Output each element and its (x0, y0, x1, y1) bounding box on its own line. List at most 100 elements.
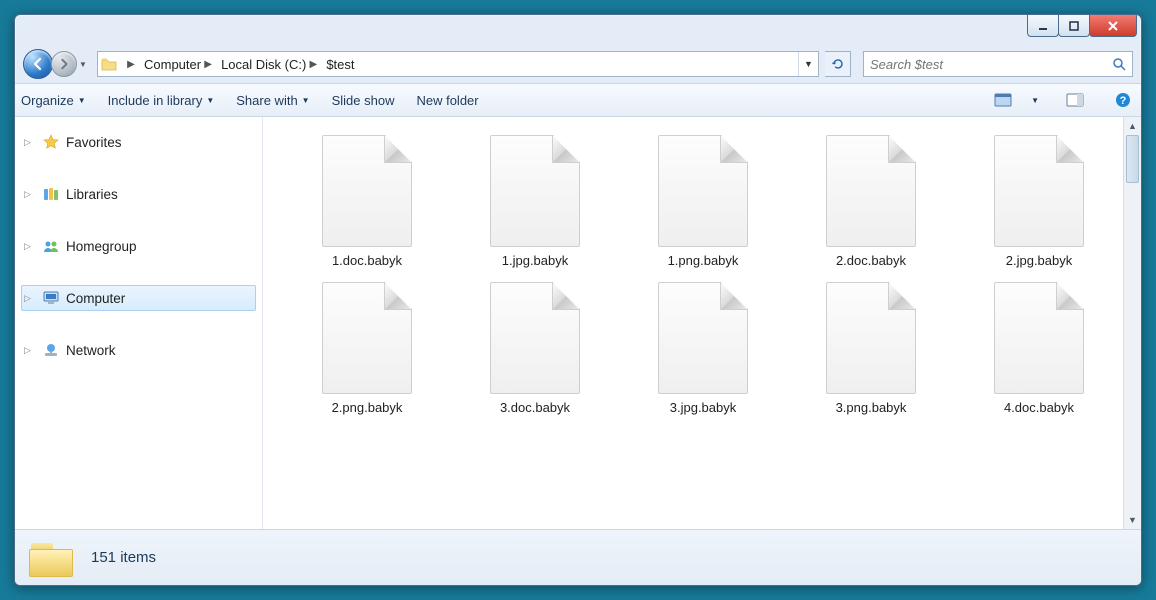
file-icon (994, 282, 1084, 394)
expand-icon[interactable]: ▷ (24, 241, 36, 252)
help-button[interactable]: ? (1111, 88, 1135, 112)
sidebar-item-homegroup[interactable]: ▷ Homegroup (21, 233, 256, 259)
change-view-button[interactable] (991, 88, 1015, 112)
expand-icon[interactable]: ▷ (24, 293, 36, 304)
breadcrumb-label: $test (326, 57, 354, 72)
organize-menu[interactable]: Organize ▼ (21, 93, 86, 108)
folder-icon (98, 57, 120, 71)
navigation-row: ▼ ▶ Computer ▶ Local Disk (C:) ▶ $test ▼ (15, 45, 1141, 83)
file-icon (826, 282, 916, 394)
chevron-down-icon: ▼ (206, 96, 214, 105)
chevron-right-icon: ▶ (306, 59, 320, 70)
chevron-right-icon: ▶ (201, 59, 215, 70)
breadcrumb-item-2[interactable]: $test (322, 52, 356, 76)
file-item[interactable]: 2.jpg.babyk (959, 135, 1119, 268)
file-name: 3.doc.babyk (500, 400, 570, 415)
breadcrumb-label: Local Disk (C:) (221, 57, 306, 72)
maximize-button[interactable] (1058, 15, 1090, 37)
address-bar[interactable]: ▶ Computer ▶ Local Disk (C:) ▶ $test ▼ (97, 51, 819, 77)
sidebar-item-label: Homegroup (66, 239, 137, 254)
vertical-scrollbar[interactable]: ▲ ▼ (1123, 117, 1141, 529)
nav-history-dropdown[interactable]: ▼ (77, 53, 89, 75)
file-item[interactable]: 3.doc.babyk (455, 282, 615, 415)
titlebar (15, 15, 1141, 45)
file-icon (658, 282, 748, 394)
navigation-pane: ▷ Favorites ▷ Libraries ▷ Homegroup (15, 117, 263, 529)
window-controls (1028, 15, 1137, 37)
sidebar-item-network[interactable]: ▷ Network (21, 337, 256, 363)
toolbar-label: Share with (236, 93, 297, 108)
file-name: 3.png.babyk (836, 400, 907, 415)
item-count: 151 items (91, 549, 156, 566)
breadcrumb-item-0[interactable]: Computer ▶ (140, 52, 217, 76)
file-item[interactable]: 1.png.babyk (623, 135, 783, 268)
file-icon (322, 135, 412, 247)
file-item[interactable]: 3.jpg.babyk (623, 282, 783, 415)
homegroup-icon (42, 239, 60, 253)
file-item[interactable]: 2.png.babyk (287, 282, 447, 415)
file-item[interactable]: 3.png.babyk (791, 282, 951, 415)
expand-icon[interactable]: ▷ (24, 137, 36, 148)
computer-icon (42, 291, 60, 305)
sidebar-item-favorites[interactable]: ▷ Favorites (21, 129, 256, 155)
search-icon (1112, 57, 1126, 71)
file-grid: 1.doc.babyk 1.jpg.babyk 1.png.babyk 2.doc.b… (263, 117, 1141, 423)
content-pane: 1.doc.babyk 1.jpg.babyk 1.png.babyk 2.doc.b… (263, 117, 1141, 529)
file-icon (994, 135, 1084, 247)
svg-text:?: ? (1120, 95, 1127, 107)
sidebar-item-label: Libraries (66, 187, 118, 202)
search-box[interactable] (863, 51, 1133, 77)
back-button[interactable] (23, 49, 53, 79)
scroll-thumb[interactable] (1126, 135, 1139, 183)
file-name: 2.jpg.babyk (1006, 253, 1073, 268)
file-item[interactable]: 2.doc.babyk (791, 135, 951, 268)
slide-show-button[interactable]: Slide show (332, 93, 395, 108)
sidebar-item-libraries[interactable]: ▷ Libraries (21, 181, 256, 207)
libraries-icon (42, 187, 60, 201)
breadcrumb-item-1[interactable]: Local Disk (C:) ▶ (217, 52, 322, 76)
toolbar-label: New folder (416, 93, 478, 108)
expand-icon[interactable]: ▷ (24, 189, 36, 200)
scroll-up-button[interactable]: ▲ (1124, 117, 1141, 135)
minimize-button[interactable] (1027, 15, 1059, 37)
file-icon (490, 135, 580, 247)
preview-pane-button[interactable] (1063, 88, 1087, 112)
toolbar-label: Include in library (108, 93, 203, 108)
new-folder-button[interactable]: New folder (416, 93, 478, 108)
share-with-menu[interactable]: Share with ▼ (236, 93, 309, 108)
file-item[interactable]: 4.doc.babyk (959, 282, 1119, 415)
expand-icon[interactable]: ▷ (24, 345, 36, 356)
network-icon (42, 343, 60, 357)
file-name: 1.jpg.babyk (502, 253, 569, 268)
breadcrumb-root[interactable]: ▶ (120, 52, 140, 76)
forward-button[interactable] (51, 51, 77, 77)
file-icon (658, 135, 748, 247)
address-history-dropdown[interactable]: ▼ (798, 52, 818, 76)
refresh-button[interactable] (825, 51, 851, 77)
command-bar: Organize ▼ Include in library ▼ Share wi… (15, 83, 1141, 117)
star-icon (42, 134, 60, 150)
sidebar-item-label: Network (66, 343, 116, 358)
file-name: 1.png.babyk (668, 253, 739, 268)
file-name: 2.doc.babyk (836, 253, 906, 268)
close-button[interactable] (1089, 15, 1137, 37)
explorer-window: ▼ ▶ Computer ▶ Local Disk (C:) ▶ $test ▼ (14, 14, 1142, 586)
file-icon (490, 282, 580, 394)
folder-icon (29, 539, 73, 577)
file-name: 2.png.babyk (332, 400, 403, 415)
sidebar-item-label: Favorites (66, 135, 122, 150)
details-pane: 151 items (15, 529, 1141, 585)
scroll-track[interactable] (1124, 135, 1141, 511)
sidebar-item-computer[interactable]: ▷ Computer (21, 285, 256, 311)
file-item[interactable]: 1.doc.babyk (287, 135, 447, 268)
search-input[interactable] (870, 57, 1106, 72)
file-item[interactable]: 1.jpg.babyk (455, 135, 615, 268)
toolbar-label: Slide show (332, 93, 395, 108)
include-in-library-menu[interactable]: Include in library ▼ (108, 93, 215, 108)
breadcrumb-label: Computer (144, 57, 201, 72)
change-view-dropdown[interactable]: ▼ (1031, 96, 1039, 105)
scroll-down-button[interactable]: ▼ (1124, 511, 1141, 529)
file-name: 4.doc.babyk (1004, 400, 1074, 415)
toolbar-label: Organize (21, 93, 74, 108)
sidebar-item-label: Computer (66, 291, 125, 306)
